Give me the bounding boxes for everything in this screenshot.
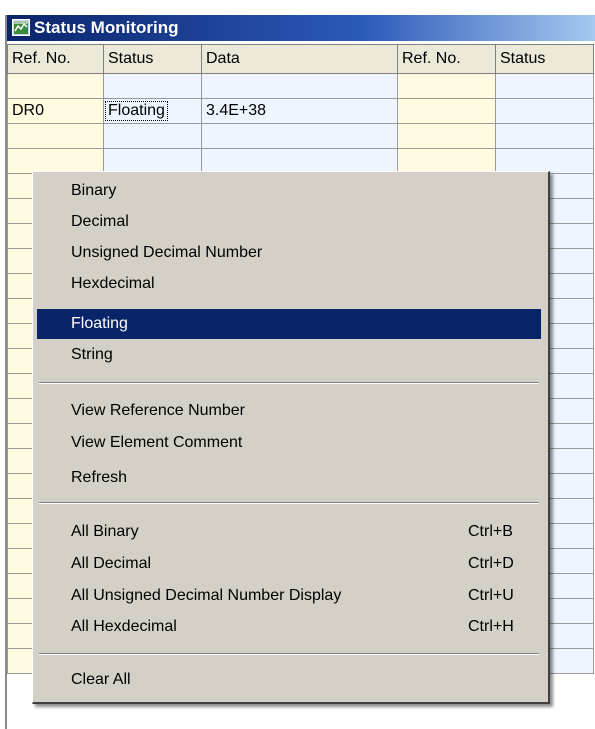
- ref-cell[interactable]: [397, 98, 496, 124]
- ref-cell[interactable]: [397, 123, 496, 149]
- menu-item-all-decimal[interactable]: All Decimal Ctrl+D: [37, 549, 541, 579]
- menu-item-shortcut: Ctrl+U: [468, 587, 514, 604]
- menu-item-string[interactable]: String: [37, 340, 541, 370]
- column-header-status-2[interactable]: Status: [495, 44, 594, 74]
- menu-item-label: Refresh: [71, 469, 128, 486]
- status-cell-value: Floating: [105, 101, 168, 121]
- status-cell[interactable]: [495, 73, 594, 99]
- menu-item-label: Hexdecimal: [71, 275, 155, 292]
- status-cell[interactable]: [495, 123, 594, 149]
- ref-cell[interactable]: [7, 148, 104, 174]
- data-cell[interactable]: [201, 123, 398, 149]
- ref-cell[interactable]: [7, 123, 104, 149]
- menu-item-label: View Reference Number: [71, 402, 246, 419]
- menu-item-label: Decimal: [71, 213, 129, 230]
- menu-item-refresh[interactable]: Refresh: [37, 463, 541, 493]
- menu-separator: [39, 653, 539, 655]
- ref-cell[interactable]: [7, 73, 104, 99]
- menu-separator: [39, 502, 539, 504]
- menu-item-unsigned-decimal[interactable]: Unsigned Decimal Number: [37, 238, 541, 268]
- ref-cell[interactable]: [397, 148, 496, 174]
- menu-item-label: String: [71, 346, 113, 363]
- window-title: Status Monitoring: [34, 18, 179, 37]
- menu-item-view-element-comment[interactable]: View Element Comment: [37, 428, 541, 458]
- title-bar[interactable]: Status Monitoring: [7, 15, 595, 41]
- table-row[interactable]: [7, 73, 594, 99]
- menu-item-label: All Binary: [71, 523, 139, 540]
- column-header-ref-no-2[interactable]: Ref. No.: [397, 44, 496, 74]
- status-cell[interactable]: [103, 148, 202, 174]
- menu-item-shortcut: Ctrl+B: [468, 523, 513, 540]
- menu-item-label: Floating: [71, 315, 128, 332]
- menu-item-hexdecimal[interactable]: Hexdecimal: [37, 269, 541, 299]
- table-header-row: Ref. No. Status Data Ref. No. Status: [7, 44, 594, 74]
- data-cell[interactable]: [201, 148, 398, 174]
- table-row[interactable]: [7, 123, 594, 149]
- menu-item-label: View Element Comment: [71, 434, 243, 451]
- status-cell[interactable]: Floating: [103, 98, 202, 124]
- table-row[interactable]: [7, 148, 594, 174]
- menu-item-shortcut: Ctrl+D: [468, 555, 514, 572]
- menu-item-all-hexdecimal[interactable]: All Hexdecimal Ctrl+H: [37, 612, 541, 642]
- menu-item-all-binary[interactable]: All Binary Ctrl+B: [37, 517, 541, 547]
- menu-item-label: Binary: [71, 182, 117, 199]
- data-cell[interactable]: 3.4E+38: [201, 98, 398, 124]
- menu-item-binary[interactable]: Binary: [37, 176, 541, 206]
- menu-item-clear-all[interactable]: Clear All: [37, 665, 541, 695]
- status-cell[interactable]: [495, 148, 594, 174]
- context-menu: Binary Decimal Unsigned Decimal Number H…: [32, 171, 550, 704]
- menu-item-floating[interactable]: Floating: [37, 309, 541, 339]
- table-row[interactable]: DR0 Floating 3.4E+38: [7, 98, 594, 124]
- data-cell[interactable]: [201, 73, 398, 99]
- ref-cell[interactable]: [397, 73, 496, 99]
- menu-separator: [39, 382, 539, 384]
- status-cell[interactable]: [103, 123, 202, 149]
- menu-item-decimal[interactable]: Decimal: [37, 207, 541, 237]
- menu-item-view-reference-number[interactable]: View Reference Number: [37, 396, 541, 426]
- menu-item-shortcut: Ctrl+H: [468, 618, 514, 635]
- menu-item-label: All Unsigned Decimal Number Display: [71, 587, 342, 604]
- menu-item-label: All Hexdecimal: [71, 618, 177, 635]
- status-cell[interactable]: [495, 98, 594, 124]
- menu-item-label: Unsigned Decimal Number: [71, 244, 263, 261]
- column-header-data[interactable]: Data: [201, 44, 398, 74]
- column-header-ref-no[interactable]: Ref. No.: [7, 44, 104, 74]
- menu-item-all-unsigned-decimal[interactable]: All Unsigned Decimal Number Display Ctrl+…: [37, 581, 541, 611]
- menu-item-label: Clear All: [71, 671, 131, 688]
- status-cell[interactable]: [103, 73, 202, 99]
- ref-cell[interactable]: DR0: [7, 98, 104, 124]
- menu-item-label: All Decimal: [71, 555, 152, 572]
- status-monitor-app-icon: [12, 19, 30, 36]
- column-header-status[interactable]: Status: [103, 44, 202, 74]
